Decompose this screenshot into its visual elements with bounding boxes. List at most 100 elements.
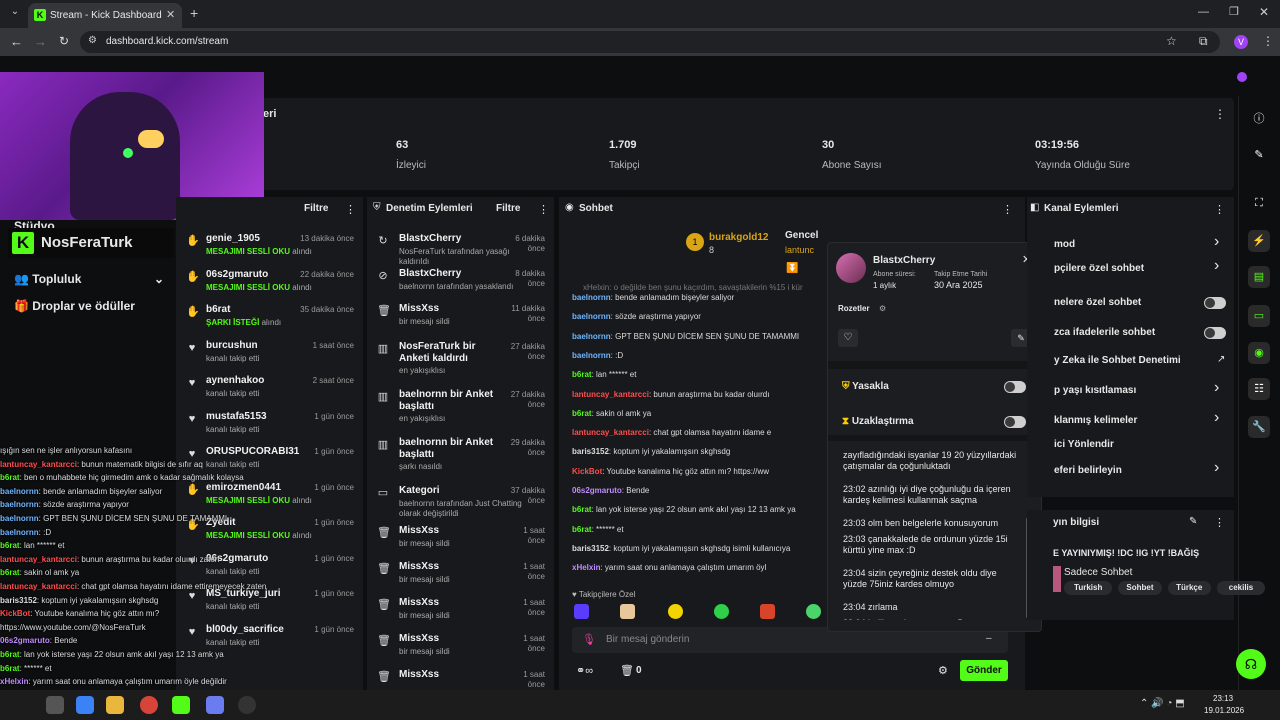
taskbar-app-icon-2[interactable] [76,696,94,714]
chat-username[interactable]: b6rat [572,505,592,514]
chat-username[interactable]: xHelxin [572,563,600,572]
channel-action-row[interactable]: y Zeka ile Sohbet Denetimi ↗ [1027,352,1234,372]
moderation-row[interactable]: ▥ NosFeraTurk bir Anketi kaldırdı 27 dakik… [367,336,554,375]
chat-username[interactable]: b6rat [572,370,592,379]
bookmark-star-icon[interactable]: ☆ [1166,34,1177,48]
activity-filter-button[interactable]: Filtre [304,203,328,214]
chat-username[interactable]: lantuncay_kantarcci [572,390,649,399]
forward-button[interactable]: → [34,34,47,49]
browser-tab[interactable]: K Stream - Kick Dashboard ✕ [28,3,182,28]
info-icon[interactable]: ⓘ [1248,108,1270,130]
chat-username[interactable]: lantuncay_kantarcci [0,555,77,564]
channel-action-toggle[interactable] [1204,327,1226,339]
moderation-row[interactable]: 🗑 MissXss 1 saat önce bir mesajı sildi [367,628,554,662]
nav-drops[interactable]: 🎁 Droplar ve ödüller [14,299,135,313]
browser-menu-icon[interactable]: ⋮ [1262,34,1274,48]
moderation-row[interactable]: 🗑 MissXss 1 saat önce [367,664,554,690]
channel-action-row[interactable]: mod › [1027,233,1234,256]
tag-chip[interactable]: Sohbet [1118,581,1162,595]
moderation-row[interactable]: 🗑 MissXss 1 saat önce bir mesajı sildi [367,592,554,626]
tag-chip[interactable]: cekilis [1216,581,1266,595]
chat-username[interactable]: lantuncay_kantarcci [0,582,77,591]
chat-username[interactable]: baris3152 [572,544,609,553]
send-button[interactable]: Gönder [960,660,1008,681]
chat-username[interactable]: b6rat [0,473,20,482]
profile-avatar[interactable]: V [1234,35,1248,49]
chat-username[interactable]: 06s2gmaruto [0,636,50,645]
support-headset-button[interactable]: ☊ [1236,649,1266,679]
chat-username[interactable]: b6rat [572,525,592,534]
moderation-row[interactable]: ▥ baelnornn bir Anket başlattı 29 dakika ö… [367,432,554,471]
chat-username[interactable]: b6rat [0,664,20,673]
chat-username[interactable]: baelnornn [0,514,39,523]
moderation-row[interactable]: 🗑 MissXss 1 saat önce bir mesajı sildi [367,556,554,590]
emote-4[interactable] [714,604,729,619]
tab-close-icon[interactable]: ✕ [166,8,175,21]
taskbar-chrome-icon[interactable] [140,696,158,714]
chat-username[interactable]: 06s2gmaruto [572,486,622,495]
taskbar-folder-icon[interactable] [106,696,124,714]
edit-icon[interactable]: ✎ [1248,144,1270,166]
channel-action-row[interactable]: zca ifadelerile sohbet [1027,324,1234,344]
moderation-row[interactable]: ↻ BlastxCherry 6 dakika önce NosFeraTurk ta… [367,228,554,266]
chat-username[interactable]: baelnornn [0,528,39,537]
taskbar-kick-icon[interactable] [172,696,190,714]
chat-menu-icon[interactable]: ⋮ [1002,203,1013,216]
window-close-button[interactable]: ✕ [1259,5,1269,19]
window-minimize-button[interactable]: — [1198,6,1209,18]
tab-search-icon[interactable]: ⌄ [6,6,24,22]
moderation-menu-icon[interactable]: ⋮ [538,203,549,216]
channel-action-row[interactable]: klanmış kelimeler › [1027,409,1234,432]
chat-username[interactable]: baelnornn [572,293,611,302]
back-button[interactable]: ← [10,34,23,49]
lightning-icon[interactable]: ⚡ [1248,230,1270,252]
follow-button[interactable]: ♡ [838,329,858,347]
chat-settings-icon[interactable]: ⚙ [938,664,948,677]
emote-1[interactable] [574,604,589,619]
tag-chip[interactable]: Turkish [1064,581,1113,595]
chat-username[interactable]: KickBot [572,467,602,476]
channel-action-row[interactable]: pçilere özel sohbet › [1027,257,1234,280]
chat-username[interactable]: baelnornn [572,332,611,341]
activity-menu-icon[interactable]: ⋮ [345,203,356,216]
chat-username[interactable]: baelnornn [0,487,39,496]
channel-actions-menu-icon[interactable]: ⋮ [1214,203,1225,216]
wrench-icon[interactable]: 🔧 [1248,416,1270,438]
chat-username[interactable]: baris3152 [0,596,37,605]
activity-row[interactable]: ♥ mustafa5153 1 gün önce kanalı takip etti [176,406,363,440]
channel-action-row[interactable]: eferi belirleyin › [1027,459,1234,482]
notification-icon[interactable] [1237,72,1247,82]
chat-username[interactable]: b6rat [572,409,592,418]
channel-action-row[interactable]: nelere özel sohbet [1027,294,1234,314]
moderation-row[interactable]: 🗑 MissXss 1 saat önce bir mesajı sildi [367,520,554,554]
ban-toggle[interactable] [1004,381,1026,393]
reload-button[interactable]: ↻ [59,34,69,48]
new-tab-button[interactable]: + [190,5,198,21]
chat-username[interactable]: baelnornn [572,351,611,360]
chat-username[interactable]: b6rat [0,650,20,659]
taskbar-app-icon-1[interactable] [46,696,64,714]
chat-gift-icon[interactable]: 🗑 [620,664,634,677]
clipboard-icon[interactable]: ▤ [1248,266,1270,288]
moderation-row[interactable]: ▥ baelnornn bir Anket başlattı 27 dakika ö… [367,384,554,423]
activity-row[interactable]: ✋ b6rat 35 dakika önce ŞARKI İSTEĞİ alındı [176,299,363,333]
chat-filter-icon[interactable]: ⏬ [786,263,798,274]
chat-username[interactable]: baris3152 [572,447,609,456]
moderation-filter-button[interactable]: Filtre [496,203,520,214]
nav-community[interactable]: 👥 Topluluk ⌄ [14,272,164,286]
moderation-row[interactable]: ▭ Kategori 37 dakika önce baelnornn tarafın… [367,480,554,518]
address-bar[interactable]: ⚙ dashboard.kick.com/stream ☆ [80,31,1220,53]
channel-action-row[interactable]: p yaşı kısıtlaması › [1027,379,1234,402]
chat-username[interactable]: lantuncay_kantarcci [0,460,77,469]
channel-action-row[interactable]: ici Yönlendir [1027,436,1234,456]
moderation-row[interactable]: 🗑 MissXss 11 dakika önce bir mesajı sildi [367,298,554,332]
chat-username[interactable]: xHelxin [0,677,28,686]
chat-username[interactable]: baelnornn [0,500,39,509]
activity-row[interactable]: ✋ genie_1905 13 dakika önce MESAJIMI SESLİ … [176,228,363,262]
chat-username[interactable]: b6rat [0,568,20,577]
chat-username[interactable]: KickBot [0,609,30,618]
channel-action-toggle[interactable] [1204,297,1226,309]
chat-icon[interactable]: ▭ [1248,305,1270,327]
emote-6[interactable] [806,604,821,619]
tag-chip[interactable]: Türkçe [1167,581,1211,595]
